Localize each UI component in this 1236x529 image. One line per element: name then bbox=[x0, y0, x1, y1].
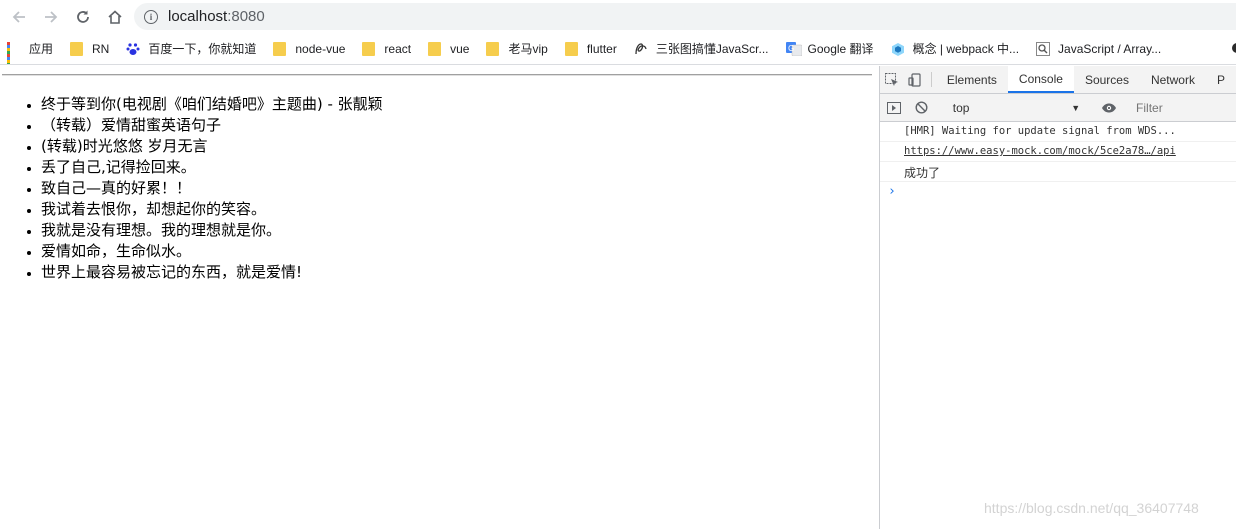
page-viewport: 终于等到你(电视剧《咱们结婚吧》主题曲) - 张靓颖 （转载）爱情甜蜜英语句子 … bbox=[0, 66, 879, 529]
bookmark-overflow-icon[interactable] bbox=[1232, 43, 1236, 53]
console-message: 成功了 bbox=[880, 162, 1236, 182]
console-toolbar: top ▼ bbox=[880, 94, 1236, 122]
watermark: https://blog.csdn.net/qq_36407748 bbox=[984, 500, 1199, 516]
bookmark-javascript-diagrams[interactable]: 三张图搞懂JavaScr... bbox=[634, 40, 769, 57]
bookmark-label: node-vue bbox=[295, 41, 346, 56]
bookmark-label: flutter bbox=[586, 41, 617, 56]
bookmark-google-translate[interactable]: G Google 翻译 bbox=[785, 40, 874, 57]
clear-console-button[interactable] bbox=[908, 101, 936, 114]
bookmark-node-vue[interactable]: node-vue bbox=[273, 41, 346, 56]
bookmark-label: 老马vip bbox=[508, 42, 548, 56]
folder-icon bbox=[564, 41, 578, 56]
search-page-icon bbox=[1036, 41, 1051, 56]
list-item: (转载)时光悠悠 岁月无言 bbox=[41, 136, 383, 157]
list-item: 我就是没有理想。我的理想就是你。 bbox=[41, 220, 383, 241]
tab-sources[interactable]: Sources bbox=[1074, 66, 1140, 93]
bookmark-label: 应用 bbox=[29, 42, 54, 56]
bookmarks-bar: 应用 RN 百度一下，你就知道 node-vue react vue 老马vip… bbox=[0, 33, 1236, 64]
url-text: localhost:8080 bbox=[168, 8, 265, 25]
console-output: [HMR] Waiting for update signal from WDS… bbox=[880, 122, 1236, 199]
bookmark-label: 三张图搞懂JavaScr... bbox=[655, 42, 769, 56]
bookmark-flutter[interactable]: flutter bbox=[564, 41, 617, 56]
folder-icon bbox=[428, 41, 442, 56]
bookmark-label: 概念 | webpack 中... bbox=[912, 42, 1020, 56]
article-list: 终于等到你(电视剧《咱们结婚吧》主题曲) - 张靓颖 （转载）爱情甜蜜英语句子 … bbox=[41, 94, 383, 283]
device-toolbar-button[interactable] bbox=[904, 66, 928, 93]
bookmark-laoma-vip[interactable]: 老马vip bbox=[486, 40, 548, 57]
context-value: top bbox=[952, 100, 970, 115]
device-icon bbox=[908, 72, 921, 87]
url-port: :8080 bbox=[227, 8, 265, 25]
bookmark-webpack[interactable]: 概念 | webpack 中... bbox=[891, 40, 1019, 57]
forward-button[interactable] bbox=[38, 4, 64, 30]
show-sidebar-button[interactable] bbox=[880, 101, 908, 114]
console-message: [HMR] Waiting for update signal from WDS… bbox=[880, 122, 1236, 142]
list-item: 致自己—真的好累！！ bbox=[41, 178, 383, 199]
list-item: 爱情如命，生命似水。 bbox=[41, 241, 383, 262]
context-select[interactable]: top ▼ bbox=[945, 101, 1086, 115]
reload-button[interactable] bbox=[70, 4, 96, 30]
eye-icon bbox=[1102, 103, 1117, 112]
sidebar-toggle-icon bbox=[886, 101, 901, 114]
folder-icon bbox=[273, 41, 287, 56]
google-translate-icon: G bbox=[785, 41, 802, 56]
bookmark-label: RN bbox=[92, 41, 110, 56]
url-host: localhost bbox=[168, 8, 228, 25]
info-icon[interactable]: i bbox=[144, 9, 158, 24]
console-prompt[interactable]: › bbox=[880, 182, 1236, 199]
arrow-left-icon bbox=[12, 10, 25, 23]
toolbar-separator bbox=[0, 64, 1236, 65]
devtools-tab-bar: Elements Console Sources Network P bbox=[880, 66, 1236, 94]
block-icon bbox=[915, 101, 928, 114]
devtools-panel: Elements Console Sources Network P top ▼… bbox=[879, 66, 1236, 529]
back-button[interactable] bbox=[6, 4, 32, 30]
svg-text:G: G bbox=[788, 44, 794, 53]
list-item: 世界上最容易被忘记的东西，就是爱情! bbox=[41, 262, 383, 283]
console-message: https://www.easy-mock.com/mock/5ce2a78…/… bbox=[880, 142, 1236, 162]
horizontal-rule bbox=[2, 74, 872, 76]
bookmark-label: react bbox=[384, 41, 412, 56]
bookmark-vue[interactable]: vue bbox=[428, 41, 470, 56]
tab-elements[interactable]: Elements bbox=[936, 66, 1008, 93]
bookmark-label: 百度一下，你就知道 bbox=[148, 42, 257, 56]
arrow-right-icon bbox=[45, 10, 58, 23]
folder-icon bbox=[486, 41, 500, 56]
apps-grid-icon bbox=[7, 41, 20, 64]
folder-icon bbox=[70, 41, 84, 56]
bookmark-javascript-array[interactable]: JavaScript / Array... bbox=[1036, 41, 1162, 56]
tab-overflow[interactable]: P bbox=[1206, 66, 1236, 93]
reload-icon bbox=[77, 10, 89, 23]
live-expression-button[interactable] bbox=[1095, 103, 1123, 113]
bookmark-baidu[interactable]: 百度一下，你就知道 bbox=[126, 40, 256, 57]
list-item: 我试着去恨你，却想起你的笑容。 bbox=[41, 199, 383, 220]
bookmark-react[interactable]: react bbox=[362, 41, 412, 56]
cursor-select-icon bbox=[884, 72, 898, 86]
site-logo-icon bbox=[634, 42, 647, 56]
baidu-paw-icon bbox=[126, 42, 140, 56]
bookmark-rn[interactable]: RN bbox=[70, 41, 110, 56]
console-filter-input[interactable] bbox=[1136, 97, 1236, 118]
bookmark-label: JavaScript / Array... bbox=[1058, 41, 1162, 56]
console-link[interactable]: https://www.easy-mock.com/mock/5ce2a78…/… bbox=[904, 145, 1176, 157]
address-bar[interactable]: i localhost:8080 bbox=[134, 3, 1236, 30]
list-item: 终于等到你(电视剧《咱们结婚吧》主题曲) - 张靓颖 bbox=[41, 94, 383, 115]
home-button[interactable] bbox=[102, 4, 128, 30]
bookmark-label: vue bbox=[450, 41, 470, 56]
tab-console[interactable]: Console bbox=[1007, 66, 1074, 93]
list-item: （转载）爱情甜蜜英语句子 bbox=[41, 115, 383, 136]
bookmark-label: Google 翻译 bbox=[807, 42, 874, 56]
webpack-cube-icon bbox=[891, 42, 904, 56]
tab-network[interactable]: Network bbox=[1140, 66, 1206, 93]
browser-toolbar: i localhost:8080 bbox=[0, 0, 1236, 33]
home-icon bbox=[108, 9, 122, 24]
bookmark-apps[interactable]: 应用 bbox=[7, 40, 54, 64]
tab-divider bbox=[931, 72, 932, 87]
dropdown-arrow-icon: ▼ bbox=[1071, 102, 1081, 113]
inspect-element-button[interactable] bbox=[880, 66, 904, 93]
folder-icon bbox=[362, 41, 376, 56]
list-item: 丢了自己,记得捡回来。 bbox=[41, 157, 383, 178]
